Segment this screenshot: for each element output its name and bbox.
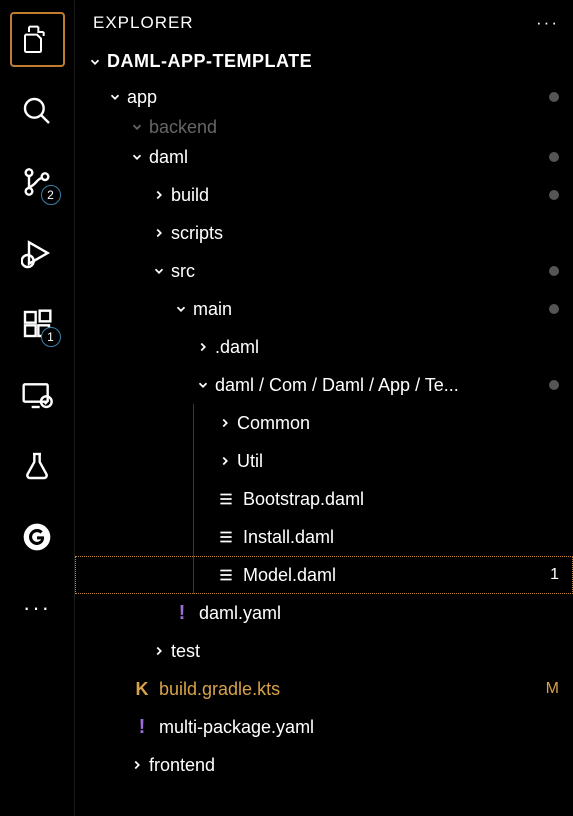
- search-icon[interactable]: [10, 83, 65, 138]
- folder-backend[interactable]: backend: [75, 116, 573, 138]
- chevron-right-icon: [127, 758, 147, 772]
- more-icon[interactable]: ···: [10, 580, 65, 635]
- daml-file-icon: [215, 566, 237, 584]
- chevron-down-icon: [149, 264, 169, 278]
- dirty-indicator: [549, 304, 559, 314]
- file-tree: DAML-APP-TEMPLATE app backend daml build…: [75, 45, 573, 816]
- chevron-right-icon: [149, 226, 169, 240]
- daml-file-icon: [215, 528, 237, 546]
- chevron-right-icon: [215, 416, 235, 430]
- file-daml-yaml[interactable]: ! daml.yaml: [75, 594, 573, 632]
- daml-file-icon: [215, 490, 237, 508]
- folder-dot-daml[interactable]: .daml: [75, 328, 573, 366]
- folder-main[interactable]: main: [75, 290, 573, 328]
- folder-src[interactable]: src: [75, 252, 573, 290]
- folder-common[interactable]: Common: [75, 404, 573, 442]
- chevron-down-icon: [127, 150, 147, 164]
- scm-icon[interactable]: 2: [10, 154, 65, 209]
- explorer-icon[interactable]: [10, 12, 65, 67]
- file-model[interactable]: Model.daml 1: [75, 556, 573, 594]
- modified-badge: M: [546, 680, 559, 698]
- dirty-indicator: [549, 266, 559, 276]
- g-icon[interactable]: [10, 509, 65, 564]
- chevron-right-icon: [193, 340, 213, 354]
- file-install[interactable]: Install.daml: [75, 518, 573, 556]
- dirty-indicator: [549, 380, 559, 390]
- chevron-down-icon: [193, 378, 213, 392]
- tree-root[interactable]: DAML-APP-TEMPLATE: [75, 45, 573, 78]
- folder-scripts[interactable]: scripts: [75, 214, 573, 252]
- chevron-right-icon: [149, 188, 169, 202]
- folder-daml[interactable]: daml: [75, 138, 573, 176]
- extensions-icon[interactable]: 1: [10, 296, 65, 351]
- chevron-right-icon: [149, 644, 169, 658]
- gradle-file-icon: K: [131, 679, 153, 700]
- activity-bar: 2 1 ···: [0, 0, 75, 816]
- file-multi-package[interactable]: ! multi-package.yaml: [75, 708, 573, 746]
- folder-build[interactable]: build: [75, 176, 573, 214]
- yaml-file-icon: !: [171, 602, 193, 625]
- file-bootstrap[interactable]: Bootstrap.daml: [75, 480, 573, 518]
- chevron-down-icon: [171, 302, 191, 316]
- folder-test[interactable]: test: [75, 632, 573, 670]
- chevron-down-icon: [85, 55, 105, 69]
- problem-count: 1: [550, 566, 559, 584]
- chevron-right-icon: [215, 454, 235, 468]
- sidebar-title: EXPLORER: [93, 13, 194, 33]
- folder-app[interactable]: app: [75, 78, 573, 116]
- file-build-gradle[interactable]: K build.gradle.kts M: [75, 670, 573, 708]
- scm-badge: 2: [41, 185, 61, 205]
- dirty-indicator: [549, 92, 559, 102]
- dirty-indicator: [549, 152, 559, 162]
- folder-frontend[interactable]: frontend: [75, 746, 573, 784]
- folder-path[interactable]: daml / Com / Daml / App / Te...: [75, 366, 573, 404]
- remote-icon[interactable]: [10, 367, 65, 422]
- folder-util[interactable]: Util: [75, 442, 573, 480]
- explorer-sidebar: EXPLORER ··· DAML-APP-TEMPLATE app backe…: [75, 0, 573, 816]
- yaml-file-icon: !: [131, 716, 153, 739]
- chevron-down-icon: [127, 120, 147, 134]
- dirty-indicator: [549, 190, 559, 200]
- chevron-down-icon: [105, 90, 125, 104]
- flask-icon[interactable]: [10, 438, 65, 493]
- debug-icon[interactable]: [10, 225, 65, 280]
- extensions-badge: 1: [41, 327, 61, 347]
- sidebar-header: EXPLORER ···: [75, 0, 573, 45]
- sidebar-more-icon[interactable]: ···: [536, 13, 559, 33]
